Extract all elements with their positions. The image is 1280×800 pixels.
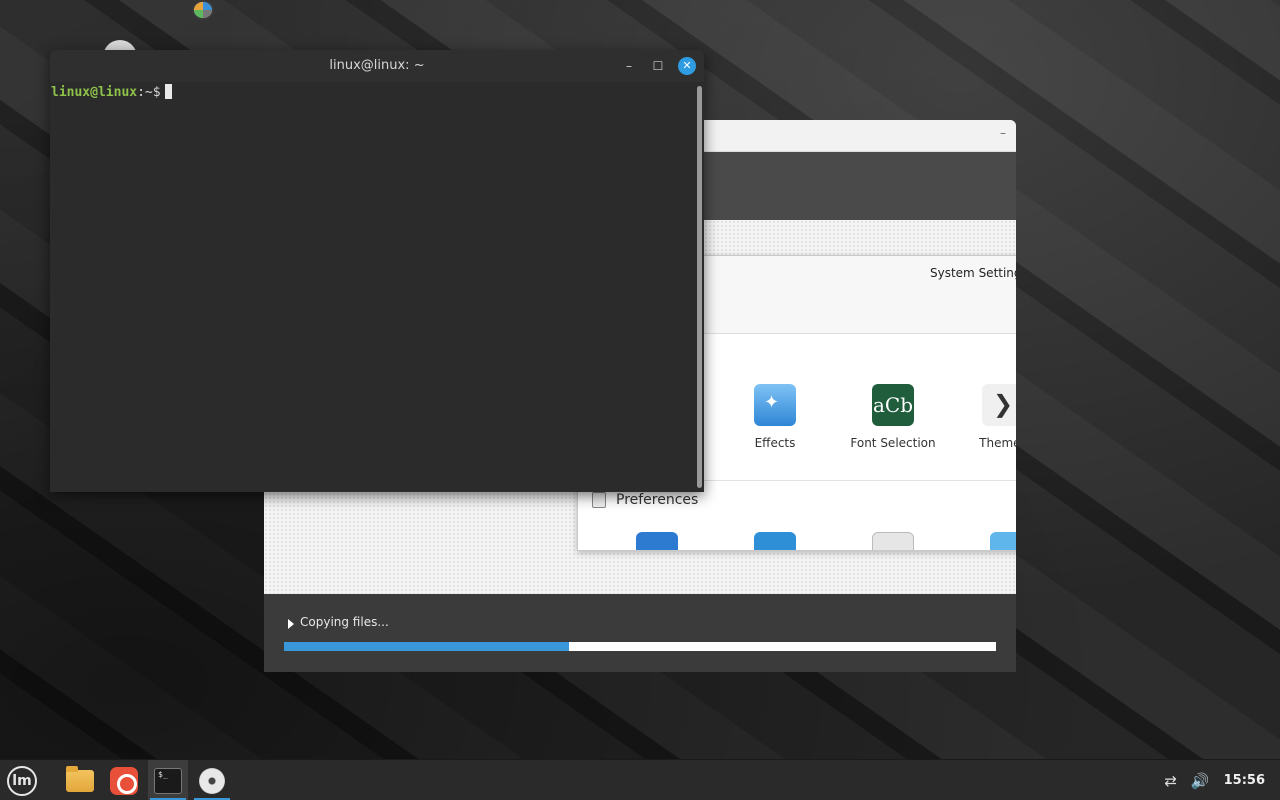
terminal-close-button[interactable]: ✕ — [678, 57, 696, 75]
preferences-section: Preferences — [592, 492, 698, 508]
text-cursor — [164, 84, 172, 99]
preferences-icon — [592, 492, 606, 508]
installer-minimize-button[interactable]: – — [1000, 126, 1006, 140]
terminal-title: linux@linux: ~ — [329, 58, 425, 73]
account-icon — [754, 532, 796, 550]
tile-font-selection: aCb Font Selection — [838, 384, 948, 450]
font-selection-icon: aCb — [872, 384, 914, 426]
taskbar: lm $_ ⇄ 🔊 15:56 — [0, 759, 1280, 800]
terminal-titlebar[interactable]: linux@linux: ~ – ☐ ✕ — [50, 50, 704, 82]
terminal-scrollbar[interactable] — [697, 86, 702, 488]
network-icon[interactable]: ⇄ — [1164, 772, 1177, 790]
desktop-app-icon[interactable] — [192, 0, 214, 20]
effects-icon — [754, 384, 796, 426]
display-icon — [990, 532, 1016, 550]
prompt-user: linux@linux — [51, 85, 138, 100]
volume-icon[interactable]: 🔊 — [1191, 772, 1210, 790]
folder-icon — [66, 765, 94, 792]
clock[interactable]: 15:56 — [1224, 773, 1265, 788]
accessibility-icon — [636, 532, 678, 550]
terminal-icon: $_ — [154, 767, 182, 794]
terminal-body[interactable]: linux@linux:~$ — [50, 82, 696, 492]
terminal-maximize-button[interactable]: ☐ — [649, 57, 667, 75]
themes-icon: ❯ — [982, 384, 1016, 426]
tile-themes: ❯ Themes — [948, 384, 1016, 450]
progress-section: Copying files... — [264, 594, 1016, 672]
progress-bar-fill — [284, 642, 569, 651]
taskbar-app-files[interactable] — [60, 760, 100, 800]
terminal-minimize-button[interactable]: – — [620, 57, 638, 75]
tile-label: Effects — [754, 436, 796, 450]
tile-label: Themes — [979, 436, 1016, 450]
taskbar-app-installer[interactable] — [192, 760, 232, 800]
taskbar-app-firefox[interactable] — [104, 760, 144, 800]
tile-effects: Effects — [720, 384, 830, 450]
slide-title: System Settings — [930, 266, 1016, 280]
system-tray: ⇄ 🔊 15:56 — [1164, 760, 1280, 800]
terminal-window: linux@linux: ~ – ☐ ✕ linux@linux:~$ — [50, 50, 704, 492]
progress-bar — [284, 642, 996, 651]
preferences-label: Preferences — [616, 492, 699, 508]
shell-prompt: linux@linux:~$ — [51, 84, 172, 100]
menu-button[interactable]: lm — [2, 760, 42, 800]
expand-details-icon[interactable] — [288, 619, 294, 629]
firefox-icon — [110, 766, 138, 795]
taskbar-app-terminal[interactable]: $_ — [148, 760, 188, 800]
tile-label: Font Selection — [850, 436, 936, 450]
disc-icon — [199, 767, 225, 794]
progress-status: Copying files... — [300, 615, 389, 629]
prompt-path: :~$ — [137, 85, 161, 100]
mint-menu-icon: lm — [7, 765, 37, 796]
keyboard-icon — [872, 532, 914, 550]
